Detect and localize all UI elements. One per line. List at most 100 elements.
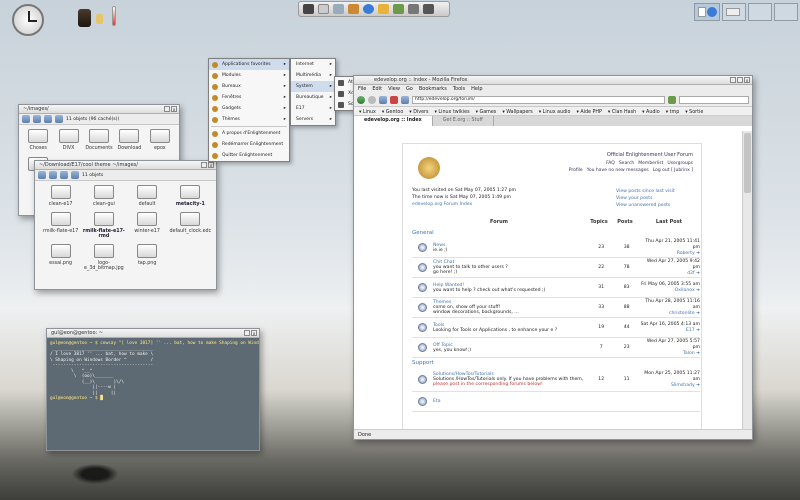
- close-icon[interactable]: x: [171, 106, 177, 112]
- forward-icon[interactable]: [33, 115, 41, 123]
- menu-item[interactable]: Bureautique ▸: [291, 92, 335, 103]
- pager-workspace-4[interactable]: [774, 3, 798, 21]
- folder-item[interactable]: Documents: [84, 129, 114, 151]
- last-post-user[interactable]: Oxilonox ➜: [639, 288, 700, 294]
- menubar-item[interactable]: Bookmarks: [419, 85, 447, 94]
- window-launcher-icon[interactable]: [318, 4, 329, 14]
- up-icon[interactable]: [60, 171, 68, 179]
- file-item[interactable]: metacity-1: [169, 185, 212, 207]
- maximize-icon[interactable]: [737, 77, 743, 83]
- camera-launcher-icon[interactable]: [423, 4, 434, 14]
- header-link[interactable]: Profile: [569, 168, 583, 173]
- folder-item[interactable]: Choses: [23, 129, 53, 151]
- bookmark-item[interactable]: ▾ Aide PHP: [573, 108, 604, 115]
- file-item[interactable]: rmilk-flate-e17-rmd: [82, 212, 125, 239]
- monitor-launcher-icon[interactable]: [408, 4, 419, 14]
- image-launcher-icon[interactable]: [333, 4, 344, 14]
- browser-tab[interactable]: edevelop.org :: Index: [354, 116, 433, 126]
- forward-icon[interactable]: [49, 171, 57, 179]
- bookmark-item[interactable]: ▾ Linux: [356, 108, 379, 115]
- bookmark-item[interactable]: ▾ Sortie: [682, 108, 706, 115]
- menu-item[interactable]: Gadgets ▸: [209, 103, 289, 114]
- menubar-item[interactable]: File: [358, 85, 366, 94]
- menubar-item[interactable]: Edit: [372, 85, 382, 94]
- last-post-user[interactable]: Slimshady ➜: [639, 383, 700, 389]
- file-item[interactable]: clean-gui: [82, 185, 125, 207]
- menubar-item[interactable]: Tools: [453, 85, 465, 94]
- settings-launcher-icon[interactable]: [393, 4, 404, 14]
- menu-item[interactable]: Internet ▸: [291, 59, 335, 70]
- home-icon[interactable]: [71, 171, 79, 179]
- back-icon[interactable]: [22, 115, 30, 123]
- home-icon[interactable]: [401, 96, 409, 104]
- file-item[interactable]: tap.png: [126, 244, 169, 271]
- up-icon[interactable]: [44, 115, 52, 123]
- file-item[interactable]: rmilk-flate-e17: [39, 212, 82, 239]
- header-link[interactable]: Log out [ Jubrinx ]: [653, 168, 693, 173]
- last-post-user[interactable]: E17 ➜: [639, 328, 700, 334]
- last-post-user[interactable]: Roberty ➜: [639, 251, 700, 257]
- pager-workspace-3[interactable]: [748, 3, 772, 21]
- file-item[interactable]: logo-e_3d_bitmap.jpg: [82, 244, 125, 271]
- menubar-item[interactable]: Go: [406, 85, 413, 94]
- folder-item[interactable]: DIVX: [53, 129, 83, 151]
- browser-tab[interactable]: Get E.org :: Stuff: [433, 116, 494, 126]
- header-link[interactable]: FAQ: [606, 161, 615, 166]
- menu-item[interactable]: Quitter Enlightenment: [209, 150, 289, 161]
- mail-launcher-icon[interactable]: [378, 4, 389, 14]
- header-link[interactable]: Memberlist: [638, 161, 663, 166]
- file-item[interactable]: clean-e17: [39, 185, 82, 207]
- menu-item[interactable]: System ▸: [291, 81, 335, 92]
- terminal-output[interactable]: gul@eon@gentoo ~ $ cowsay "[ love 3817] …: [47, 338, 259, 405]
- close-icon[interactable]: x: [208, 162, 214, 168]
- last-post-user[interactable]: Talon ➜: [639, 351, 700, 357]
- pager-workspace-2[interactable]: [722, 3, 746, 21]
- bookmark-item[interactable]: ▾ Linux twikies: [432, 108, 473, 115]
- minimize-icon[interactable]: [201, 162, 207, 168]
- minimize-icon[interactable]: [164, 106, 170, 112]
- search-input[interactable]: [679, 96, 749, 104]
- menu-item[interactable]: Bureaux ▸: [209, 81, 289, 92]
- header-link[interactable]: Search: [619, 161, 634, 166]
- file-item[interactable]: default: [126, 185, 169, 207]
- forum-index-link[interactable]: edevelop.org Forum Index: [412, 202, 472, 207]
- browser-launcher-icon[interactable]: [363, 4, 374, 14]
- home-icon[interactable]: [55, 115, 63, 123]
- terminal-launcher-icon[interactable]: [303, 4, 314, 14]
- view-posts-link[interactable]: View unanswered posts: [616, 202, 675, 209]
- bookmark-item[interactable]: ▾ Games: [473, 108, 500, 115]
- back-icon[interactable]: [38, 171, 46, 179]
- category-general[interactable]: General: [412, 228, 700, 238]
- folder-item[interactable]: Download: [114, 129, 144, 151]
- vertical-scrollbar[interactable]: [742, 131, 752, 429]
- close-icon[interactable]: x: [251, 330, 257, 336]
- file-item[interactable]: default_clock.edc: [169, 212, 212, 239]
- menu-item[interactable]: Applications favorites ▸: [209, 59, 289, 70]
- stop-icon[interactable]: [390, 96, 398, 104]
- pager-workspace-1[interactable]: [694, 3, 720, 21]
- file-item[interactable]: essai.png: [39, 244, 82, 271]
- bookmark-item[interactable]: ▾ Audio: [639, 108, 663, 115]
- bookmark-item[interactable]: ▾ Linux audio: [536, 108, 574, 115]
- bookmark-item[interactable]: ▾ Gentoo: [379, 108, 406, 115]
- forward-icon[interactable]: [368, 96, 376, 104]
- url-input[interactable]: http://edevelop.org/forum/: [412, 96, 665, 104]
- bookmark-item[interactable]: ▾ tmp: [663, 108, 683, 115]
- folder-item[interactable]: epox: [145, 129, 175, 151]
- menu-item[interactable]: Redémarrer Enlightenment: [209, 139, 289, 150]
- bookmark-item[interactable]: ▾ Clan Hash: [605, 108, 639, 115]
- menu-item[interactable]: Modules ▸: [209, 70, 289, 81]
- menubar-item[interactable]: View: [388, 85, 400, 94]
- last-post-user[interactable]: d2f ➜: [639, 271, 700, 277]
- bookmark-item[interactable]: ▾ Wallpapers: [499, 108, 535, 115]
- menu-item[interactable]: Thèmes ▸: [209, 114, 289, 125]
- reload-icon[interactable]: [379, 96, 387, 104]
- go-icon[interactable]: [668, 96, 676, 104]
- menu-item[interactable]: A propos d'Enlightenment: [209, 128, 289, 139]
- category-support[interactable]: Support: [412, 358, 700, 368]
- menu-item[interactable]: Fenêtres ▸: [209, 92, 289, 103]
- minimize-icon[interactable]: [244, 330, 250, 336]
- view-posts-link[interactable]: View posts since last visit: [616, 188, 675, 195]
- menu-item[interactable]: Servers ▸: [291, 114, 335, 125]
- view-posts-link[interactable]: View your posts: [616, 195, 675, 202]
